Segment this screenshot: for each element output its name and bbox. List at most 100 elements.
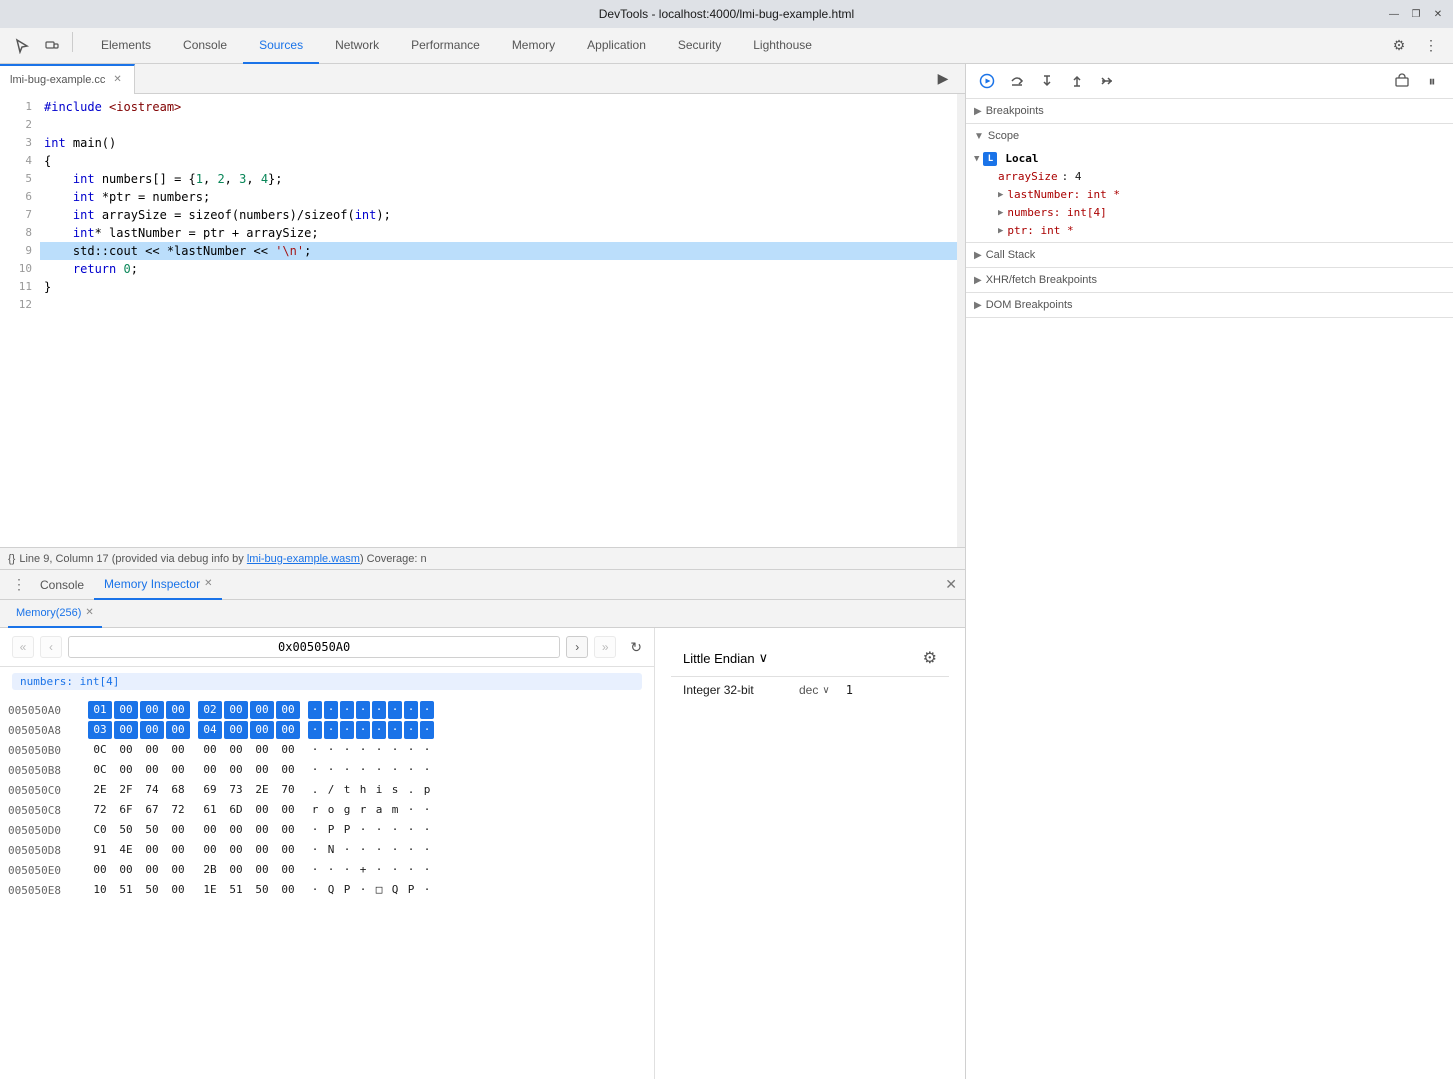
restore-button[interactable]: ❐ (1409, 7, 1423, 21)
mem-byte[interactable]: 00 (276, 741, 300, 759)
step-button[interactable] (1094, 68, 1120, 94)
mem-byte[interactable]: 00 (224, 701, 248, 719)
mem-byte[interactable]: 00 (250, 741, 274, 759)
mem-byte[interactable]: 00 (140, 701, 164, 719)
deactivate-breakpoints-button[interactable]: ⏸ (1419, 68, 1445, 94)
mem-byte[interactable]: 00 (114, 721, 138, 739)
mem-byte[interactable]: 4E (114, 841, 138, 859)
step-over-button[interactable] (1004, 68, 1030, 94)
mem-byte[interactable]: 00 (276, 841, 300, 859)
mem-byte[interactable]: 00 (140, 761, 164, 779)
last-number-chevron[interactable]: ▶ (998, 186, 1003, 204)
dom-breakpoints-header[interactable]: ▶ DOM Breakpoints (966, 293, 1453, 317)
mem-byte[interactable]: 51 (224, 881, 248, 899)
mem-byte[interactable]: 03 (88, 721, 112, 739)
mem-byte[interactable]: 61 (198, 801, 222, 819)
mem-byte[interactable]: 00 (166, 821, 190, 839)
mem-byte[interactable]: 00 (198, 761, 222, 779)
mem-byte[interactable]: 2B (198, 861, 222, 879)
mem-byte[interactable]: 00 (224, 861, 248, 879)
mem-byte[interactable]: 00 (224, 741, 248, 759)
mem-byte[interactable]: 00 (276, 801, 300, 819)
close-panel-button[interactable]: ✕ (945, 576, 957, 592)
mem-byte[interactable]: 2F (114, 781, 138, 799)
mem-byte[interactable]: 00 (166, 841, 190, 859)
mem-byte[interactable]: 51 (114, 881, 138, 899)
address-refresh-button[interactable]: ↻ (630, 639, 642, 656)
mem-byte[interactable]: 50 (140, 881, 164, 899)
mem-byte[interactable]: 1E (198, 881, 222, 899)
mem-byte[interactable]: 04 (198, 721, 222, 739)
mem-byte[interactable]: 00 (276, 881, 300, 899)
mem-byte[interactable]: 50 (250, 881, 274, 899)
file-tab-close[interactable]: ✕ (111, 73, 123, 86)
nav-tab-console[interactable]: Console (167, 28, 243, 64)
memory-tab-close[interactable]: ✕ (85, 607, 93, 618)
mem-byte[interactable]: 00 (88, 861, 112, 879)
mem-byte[interactable]: 00 (250, 841, 274, 859)
nav-tab-performance[interactable]: Performance (395, 28, 496, 64)
mem-byte[interactable]: 00 (224, 761, 248, 779)
mem-byte[interactable]: 69 (198, 781, 222, 799)
mem-byte[interactable]: 00 (250, 861, 274, 879)
nav-tab-sources[interactable]: Sources (243, 28, 319, 64)
endian-select[interactable]: Little Endian ∨ (683, 650, 768, 666)
nav-tab-lighthouse[interactable]: Lighthouse (737, 28, 828, 64)
mem-byte[interactable]: 00 (114, 701, 138, 719)
mem-byte[interactable]: 00 (114, 761, 138, 779)
close-button[interactable]: ✕ (1431, 7, 1445, 21)
mem-byte[interactable]: 00 (250, 801, 274, 819)
address-forward-button[interactable]: › (566, 636, 588, 658)
mem-byte[interactable]: 6F (114, 801, 138, 819)
step-into-button[interactable] (1034, 68, 1060, 94)
mem-byte[interactable]: 00 (250, 701, 274, 719)
ptr-chevron[interactable]: ▶ (998, 222, 1003, 240)
mem-byte[interactable]: 00 (198, 821, 222, 839)
scope-header[interactable]: ▼ Scope (966, 124, 1453, 148)
address-forward-forward-button[interactable]: » (594, 636, 616, 658)
nav-tab-network[interactable]: Network (319, 28, 395, 64)
step-out-button[interactable] (1064, 68, 1090, 94)
memory-tab-256[interactable]: Memory(256) ✕ (8, 600, 102, 628)
mem-byte[interactable]: 00 (276, 861, 300, 879)
bottom-tab-memory-inspector[interactable]: Memory Inspector✕ (94, 570, 222, 600)
resume-button[interactable] (974, 68, 1000, 94)
mem-byte[interactable]: 00 (166, 721, 190, 739)
mem-byte[interactable]: 00 (140, 841, 164, 859)
mem-byte[interactable]: 00 (276, 821, 300, 839)
mem-byte[interactable]: 74 (140, 781, 164, 799)
mem-byte[interactable]: 10 (88, 881, 112, 899)
mem-byte[interactable]: 00 (250, 821, 274, 839)
mem-byte[interactable]: 50 (114, 821, 138, 839)
minimize-button[interactable]: — (1387, 7, 1401, 21)
breakpoints-header[interactable]: ▶ Breakpoints (966, 99, 1453, 123)
mem-byte[interactable]: 0C (88, 761, 112, 779)
nav-tab-memory[interactable]: Memory (496, 28, 571, 64)
more-options-icon[interactable]: ⋮ (1417, 32, 1445, 60)
mem-byte[interactable]: 00 (114, 741, 138, 759)
mem-byte[interactable]: 6D (224, 801, 248, 819)
mem-byte[interactable]: 00 (276, 721, 300, 739)
mem-byte[interactable]: 00 (166, 861, 190, 879)
call-stack-header[interactable]: ▶ Call Stack (966, 243, 1453, 267)
code-scrollbar[interactable] (957, 94, 965, 547)
endian-settings-icon[interactable]: ⚙ (923, 648, 937, 668)
mem-byte[interactable]: 2E (250, 781, 274, 799)
mem-byte[interactable]: 73 (224, 781, 248, 799)
mem-byte[interactable]: 00 (250, 761, 274, 779)
mem-byte[interactable]: 00 (224, 841, 248, 859)
wasm-link[interactable]: lmi-bug-example.wasm (247, 553, 360, 565)
numbers-chevron[interactable]: ▶ (998, 204, 1003, 222)
mem-byte[interactable]: 00 (166, 761, 190, 779)
mem-byte[interactable]: 2E (88, 781, 112, 799)
mem-byte[interactable]: 00 (224, 721, 248, 739)
mem-byte[interactable]: 00 (166, 741, 190, 759)
nav-tab-security[interactable]: Security (662, 28, 737, 64)
mem-byte[interactable]: 00 (140, 861, 164, 879)
address-input[interactable] (68, 636, 560, 658)
mem-byte[interactable]: 70 (276, 781, 300, 799)
local-chevron[interactable]: ▼ (974, 150, 979, 168)
mem-byte[interactable]: 01 (88, 701, 112, 719)
bottom-tab-console[interactable]: Console (30, 570, 94, 600)
mem-byte[interactable]: 00 (276, 701, 300, 719)
